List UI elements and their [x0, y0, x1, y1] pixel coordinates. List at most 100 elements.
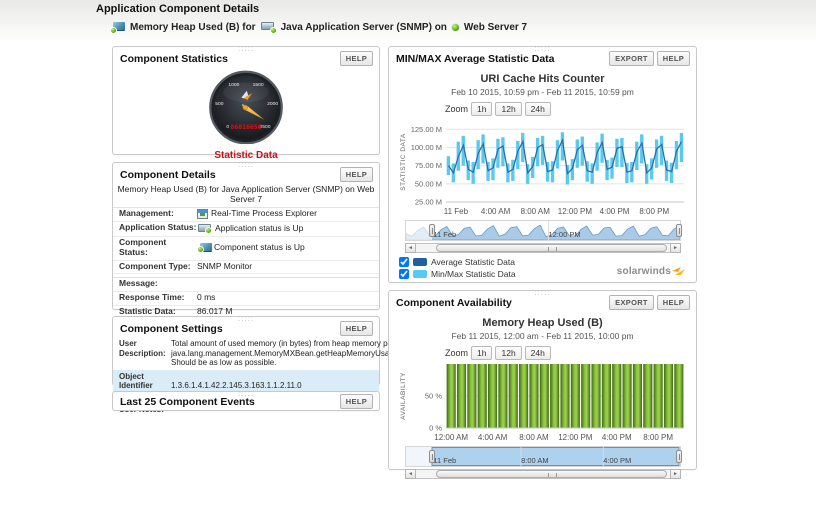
navigator-handle[interactable]	[676, 450, 682, 463]
breadcrumb-component[interactable]: Memory Heap Used (B) for	[130, 22, 256, 33]
scrollbar-thumb[interactable]	[436, 470, 667, 478]
legend-swatch	[413, 258, 427, 266]
zoom-24h-button[interactable]: 24h	[525, 102, 551, 116]
svg-text:75.00 M: 75.00 M	[415, 161, 442, 170]
scroll-right-button[interactable]: ►	[670, 243, 681, 253]
svg-text:1500: 1500	[253, 82, 264, 88]
svg-text:0: 0	[226, 124, 229, 130]
svg-text:STATISTIC DATA: STATISTIC DATA	[400, 133, 407, 191]
svg-text:100.00 M: 100.00 M	[411, 143, 442, 152]
gauge: 0 500 1000 1500 2000 2500 86016656 Stati…	[113, 68, 379, 161]
minmax-statistic-panel: ::::: MIN/MAX Average Statistic Data EXP…	[388, 46, 697, 283]
minmax-chart: 25.00 M50.00 M75.00 M100.00 M125.00 MSTA…	[396, 118, 688, 218]
solarwinds-logo: solarwinds	[617, 265, 686, 277]
panel-title: Component Details	[120, 169, 216, 181]
application-up-icon	[197, 223, 212, 234]
table-row: Application Status: Application status i…	[113, 222, 379, 237]
help-button[interactable]: HELP	[340, 321, 373, 336]
drag-handle-icon[interactable]: :::::	[534, 46, 550, 52]
drag-handle-icon[interactable]: :::::	[238, 46, 254, 52]
drag-handle-icon[interactable]: :::::	[534, 290, 550, 296]
table-row: Message:	[113, 278, 379, 292]
navigator-handle[interactable]	[429, 224, 435, 237]
svg-text:12:00 AM: 12:00 AM	[434, 433, 468, 442]
table-row: Management: Real-Time Process Explorer	[113, 208, 379, 222]
svg-text:8:00 PM: 8:00 PM	[643, 433, 673, 442]
scroll-right-button[interactable]: ►	[670, 469, 681, 479]
svg-text:25.00 M: 25.00 M	[415, 198, 442, 207]
zoom-12h-button[interactable]: 12h	[495, 102, 521, 116]
svg-text:50.00 M: 50.00 M	[415, 179, 442, 188]
chart-navigator[interactable]: 11 Feb8:00 AM4:00 PM	[405, 446, 681, 467]
legend-checkbox-average[interactable]	[399, 257, 409, 267]
availability-chart: 0 % 50 % AVAILABILITY 12:00 AM 4:00 AM 8:00 A…	[396, 362, 688, 444]
table-row: Component Type: SNMP Monitor	[113, 261, 379, 275]
process-explorer-icon	[197, 209, 208, 219]
svg-text:12:00 PM: 12:00 PM	[558, 433, 593, 442]
scroll-left-button[interactable]: ◄	[405, 469, 416, 479]
navigator-handle[interactable]	[429, 450, 435, 463]
panel-title: MIN/MAX Average Statistic Data	[396, 53, 555, 65]
svg-text:50 %: 50 %	[425, 392, 442, 401]
chart-subtitle: Feb 10 2015, 10:59 pm - Feb 11 2015, 10:…	[389, 87, 696, 97]
breadcrumb: Memory Heap Used (B) for Java Applicatio…	[110, 21, 527, 34]
details-subtitle: Memory Heap Used (B) for Java Applicatio…	[113, 182, 379, 208]
gauge-dial: 0 500 1000 1500 2000 2500 86016656	[208, 68, 284, 144]
svg-text:8:00 AM: 8:00 AM	[521, 207, 551, 216]
navigator-handle[interactable]	[676, 224, 682, 237]
gauge-value: 86016656	[230, 123, 261, 131]
management-link[interactable]: Real-Time Process Explorer	[211, 209, 317, 219]
navigator-label: 4:00 PM	[603, 456, 631, 465]
component-settings-panel: ::::: Component Settings HELP User Descr…	[112, 316, 380, 386]
help-button[interactable]: HELP	[340, 167, 373, 182]
drag-handle-icon[interactable]: :::::	[238, 162, 254, 168]
chart-title: URI Cache Hits Counter	[389, 73, 696, 85]
legend-checkbox-minmax[interactable]	[399, 269, 409, 279]
panel-title: Last 25 Component Events	[120, 396, 255, 408]
zoom-12h-button[interactable]: 12h	[495, 346, 521, 360]
chart-navigator[interactable]: 11 Feb12:00 PM	[405, 220, 681, 241]
zoom-24h-button[interactable]: 24h	[525, 346, 551, 360]
export-button[interactable]: EXPORT	[609, 51, 654, 66]
navigator-label: 11 Feb	[433, 230, 456, 239]
component-up-icon	[197, 242, 211, 253]
table-row: User Description: Total amount of used m…	[113, 337, 379, 370]
table-row: Component Status: Component status is Up	[113, 237, 379, 261]
panel-title: Component Availability	[396, 297, 512, 309]
svg-text:12:00 PM: 12:00 PM	[558, 207, 593, 216]
component-events-panel: ::::: Last 25 Component Events HELP	[112, 391, 380, 411]
svg-text:2000: 2000	[267, 101, 278, 107]
drag-handle-icon[interactable]: :::::	[238, 391, 254, 397]
page-header: Application Component Details Memory Hea…	[0, 0, 816, 40]
zoom-1h-button[interactable]: 1h	[471, 102, 492, 116]
help-button[interactable]: HELP	[340, 394, 373, 409]
svg-text:0 %: 0 %	[429, 424, 442, 433]
table-row: Response Time: 0 ms	[113, 292, 379, 306]
zoom-1h-button[interactable]: 1h	[471, 346, 492, 360]
svg-text:8:00 AM: 8:00 AM	[519, 433, 549, 442]
legend-swatch	[413, 270, 427, 278]
svg-text:4:00 PM: 4:00 PM	[602, 433, 632, 442]
page-title: Application Component Details	[96, 3, 259, 15]
svg-text:AVAILABILITY: AVAILABILITY	[400, 372, 407, 420]
svg-text:1000: 1000	[228, 82, 239, 88]
help-button[interactable]: HELP	[340, 51, 373, 66]
help-button[interactable]: HELP	[657, 295, 690, 310]
svg-text:4:00 AM: 4:00 AM	[478, 433, 508, 442]
export-button[interactable]: EXPORT	[609, 295, 654, 310]
panel-title: Component Statistics	[120, 53, 228, 65]
chart-scrollbar[interactable]: ◄ ►	[405, 243, 681, 253]
application-icon	[260, 21, 277, 34]
zoom-controls: Zoom 1h 12h 24h	[445, 346, 696, 360]
svg-text:11 Feb: 11 Feb	[444, 207, 469, 216]
breadcrumb-node[interactable]: Web Server 7	[464, 22, 527, 33]
scrollbar-thumb[interactable]	[436, 244, 667, 252]
help-button[interactable]: HELP	[657, 51, 690, 66]
breadcrumb-application[interactable]: Java Application Server (SNMP) on	[281, 22, 447, 33]
drag-handle-icon[interactable]: :::::	[238, 316, 254, 322]
scroll-left-button[interactable]: ◄	[405, 243, 416, 253]
chart-scrollbar[interactable]: ◄ ►	[405, 469, 681, 479]
svg-text:500: 500	[215, 101, 223, 107]
chart-title: Memory Heap Used (B)	[389, 317, 696, 329]
navigator-label: 11 Feb	[433, 456, 456, 465]
